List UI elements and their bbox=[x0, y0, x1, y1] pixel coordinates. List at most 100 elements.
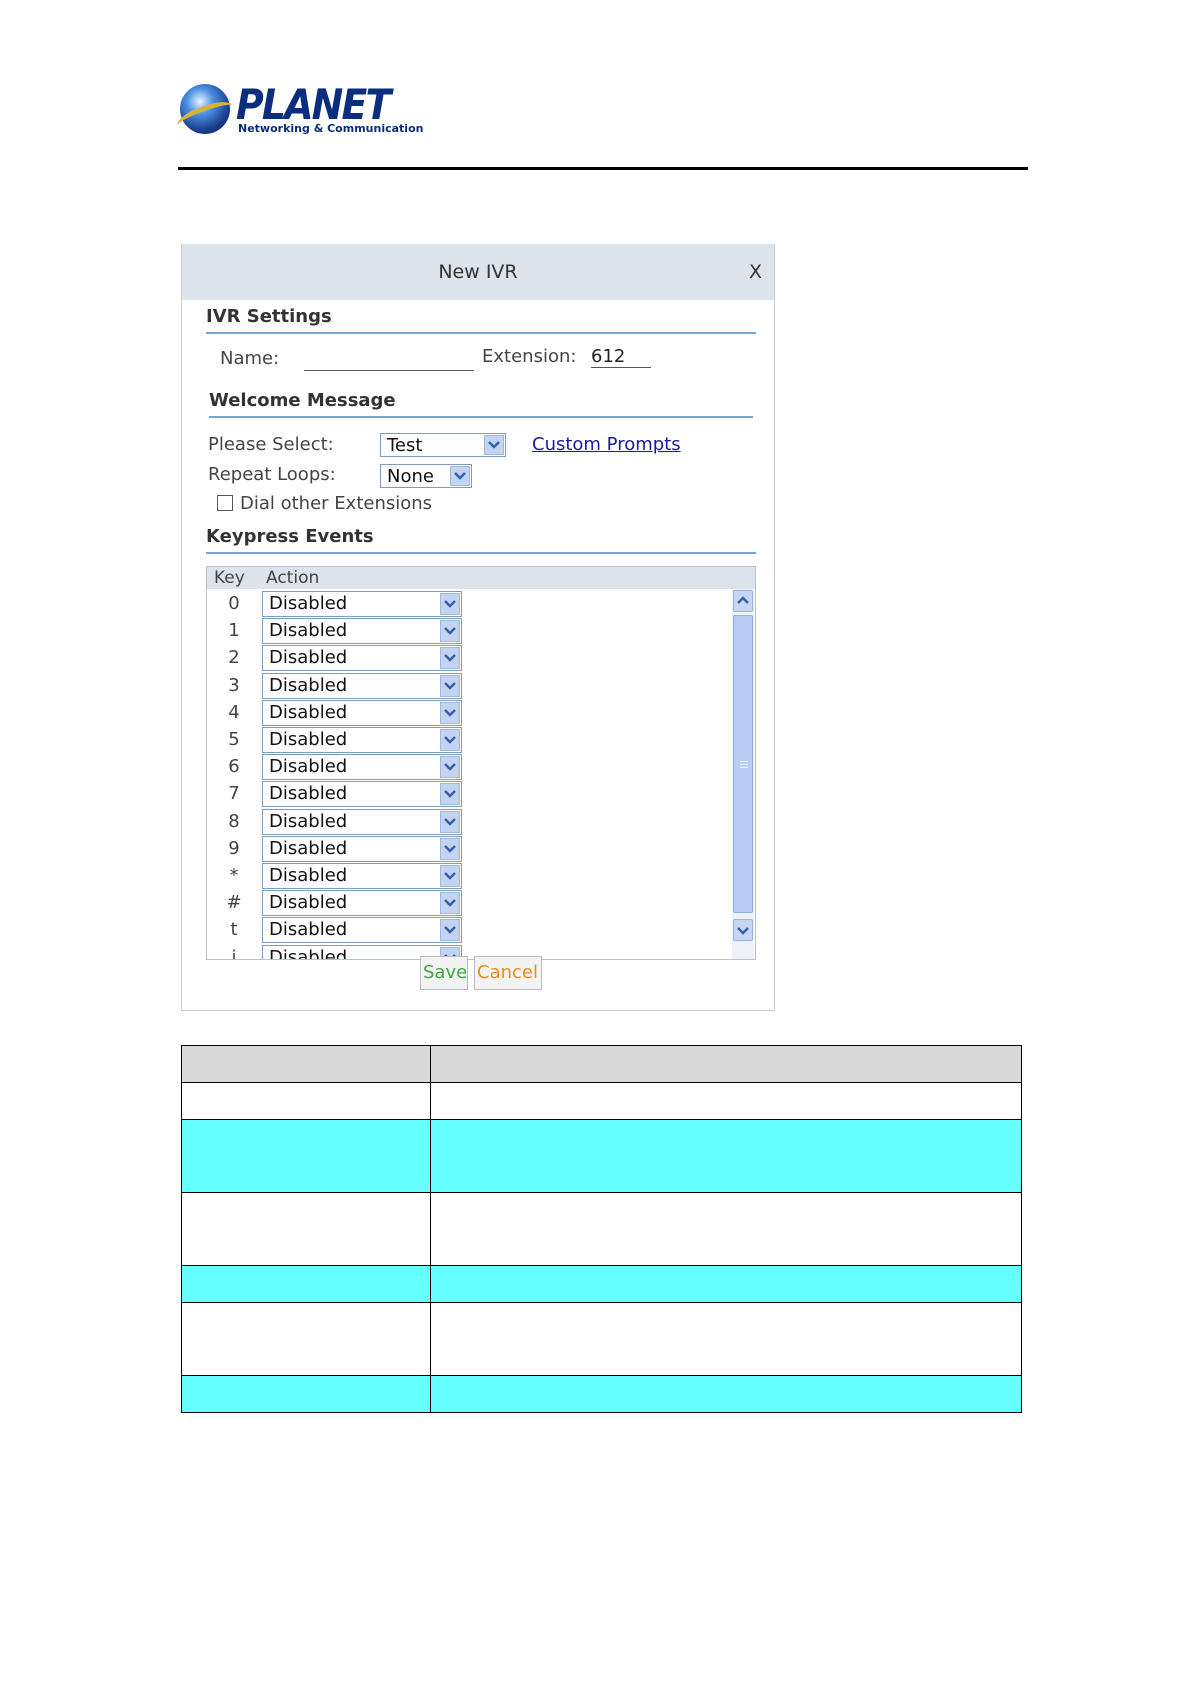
keypress-action-value: Disabled bbox=[269, 837, 348, 859]
keypress-action-value: Disabled bbox=[269, 620, 348, 642]
keypress-action-select[interactable]: Disabled bbox=[262, 618, 462, 645]
section-divider bbox=[206, 552, 756, 554]
keypress-action-select[interactable]: Disabled bbox=[262, 699, 462, 726]
column-header-action: Action bbox=[266, 568, 320, 588]
extension-field[interactable]: 612 bbox=[591, 346, 652, 368]
chevron-down-icon[interactable] bbox=[440, 701, 460, 724]
chevron-down-icon[interactable] bbox=[440, 865, 460, 887]
table-row bbox=[181, 1375, 1022, 1413]
chevron-down-icon[interactable] bbox=[440, 620, 460, 643]
column-header-key: Key bbox=[214, 568, 245, 588]
keypress-row: 2 Disabled bbox=[207, 645, 732, 672]
scroll-thumb[interactable] bbox=[733, 615, 753, 913]
keypress-row: 8 Disabled bbox=[207, 808, 732, 836]
keypress-action-value: Disabled bbox=[269, 783, 348, 805]
chevron-down-icon[interactable] bbox=[450, 466, 470, 486]
chevron-down-icon[interactable] bbox=[440, 729, 460, 751]
save-button[interactable]: Save bbox=[420, 956, 468, 990]
chevron-up-icon bbox=[737, 596, 749, 604]
keypress-action-select[interactable]: Disabled bbox=[262, 727, 462, 753]
keypress-action-value: Disabled bbox=[269, 593, 348, 614]
keypress-action-select[interactable]: Disabled bbox=[262, 890, 462, 917]
chevron-down-icon[interactable] bbox=[440, 837, 460, 860]
keypress-action-select[interactable]: Disabled bbox=[262, 754, 462, 781]
keypress-action-select[interactable]: Disabled bbox=[262, 863, 462, 889]
logo-tagline: Networking & Communication bbox=[238, 122, 424, 135]
table-row bbox=[181, 1119, 1022, 1193]
custom-prompts-link[interactable]: Custom Prompts bbox=[532, 434, 681, 455]
table-cell bbox=[181, 1265, 431, 1303]
planet-logo: PLANET Networking & Communication bbox=[180, 80, 423, 138]
chevron-down-icon[interactable] bbox=[440, 756, 460, 779]
keypress-action-value: Disabled bbox=[269, 729, 348, 750]
close-button[interactable]: X bbox=[749, 261, 762, 283]
keypress-row: 3 Disabled bbox=[207, 672, 732, 700]
keypress-row: 4 Disabled bbox=[207, 699, 732, 727]
table-cell bbox=[181, 1045, 431, 1083]
keypress-action-select[interactable]: Disabled bbox=[262, 645, 462, 672]
keypress-action-value: Disabled bbox=[269, 892, 348, 914]
globe-icon bbox=[180, 84, 230, 134]
keypress-events-list: Key Action 0 Disabled 1 Disabled 2 Disabled 3 D… bbox=[206, 566, 756, 960]
keypress-row: 0 Disabled bbox=[207, 591, 732, 618]
keypress-key: 1 bbox=[228, 620, 240, 642]
keypress-row: * Disabled bbox=[207, 863, 732, 890]
chevron-down-icon[interactable] bbox=[440, 783, 460, 806]
welcome-message-heading: Welcome Message bbox=[209, 390, 396, 411]
table-cell bbox=[181, 1375, 431, 1413]
scroll-down-button[interactable] bbox=[733, 919, 753, 941]
keypress-key: 8 bbox=[228, 810, 240, 832]
chevron-down-icon[interactable] bbox=[440, 919, 460, 942]
table-cell bbox=[430, 1265, 1022, 1303]
name-input[interactable] bbox=[304, 344, 474, 371]
chevron-down-icon[interactable] bbox=[440, 892, 460, 915]
keypress-action-select[interactable]: Disabled bbox=[262, 781, 462, 808]
table-cell bbox=[181, 1119, 431, 1193]
keypress-row: 5 Disabled bbox=[207, 727, 732, 754]
table-cell bbox=[430, 1119, 1022, 1193]
keypress-row: t Disabled bbox=[207, 917, 732, 944]
name-label: Name: bbox=[220, 348, 280, 369]
chevron-down-icon[interactable] bbox=[440, 647, 460, 670]
keypress-row: 6 Disabled bbox=[207, 754, 732, 781]
keypress-key: 5 bbox=[228, 729, 240, 750]
grip-icon bbox=[740, 761, 748, 769]
keypress-key: # bbox=[226, 892, 242, 914]
ivr-settings-heading: IVR Settings bbox=[206, 306, 332, 327]
keypress-row: # Disabled bbox=[207, 890, 732, 917]
chevron-down-icon[interactable] bbox=[440, 810, 460, 833]
welcome-prompt-select[interactable]: Test bbox=[380, 433, 506, 457]
table-row bbox=[181, 1192, 1022, 1266]
vertical-scrollbar[interactable] bbox=[732, 589, 754, 959]
chevron-down-icon[interactable] bbox=[440, 674, 460, 697]
table-cell bbox=[430, 1302, 1022, 1376]
keypress-key: 3 bbox=[228, 674, 240, 696]
keypress-action-select[interactable]: Disabled bbox=[262, 835, 462, 862]
section-divider bbox=[209, 416, 753, 418]
keypress-action-select[interactable]: Disabled bbox=[262, 808, 462, 835]
keypress-action-value: Disabled bbox=[269, 674, 348, 696]
keypress-action-select[interactable]: Disabled bbox=[262, 591, 462, 617]
table-row bbox=[181, 1265, 1022, 1303]
table-cell bbox=[181, 1192, 431, 1266]
keypress-row: 9 Disabled bbox=[207, 835, 732, 863]
dial-other-extensions-checkbox[interactable] bbox=[217, 495, 233, 511]
dialog-title: New IVR bbox=[438, 261, 518, 283]
table-row bbox=[181, 1302, 1022, 1376]
keypress-action-value: Disabled bbox=[269, 865, 348, 886]
chevron-down-icon[interactable] bbox=[484, 435, 504, 455]
keypress-key: 4 bbox=[228, 701, 240, 723]
scroll-up-button[interactable] bbox=[733, 590, 753, 612]
dial-other-extensions-label: Dial other Extensions bbox=[240, 493, 433, 514]
keypress-row: 1 Disabled bbox=[207, 618, 732, 645]
extension-label: Extension: bbox=[482, 346, 577, 367]
chevron-down-icon[interactable] bbox=[440, 593, 460, 615]
cancel-button[interactable]: Cancel bbox=[474, 956, 542, 990]
keypress-key: t bbox=[230, 919, 238, 941]
repeat-loops-select[interactable]: None bbox=[380, 464, 472, 488]
keypress-action-value: Disabled bbox=[269, 810, 348, 832]
keypress-action-select[interactable]: Disabled bbox=[262, 672, 462, 699]
keypress-list-header: Key Action bbox=[207, 567, 755, 589]
keypress-action-select[interactable]: Disabled bbox=[262, 917, 462, 944]
keypress-key: 6 bbox=[228, 756, 240, 778]
